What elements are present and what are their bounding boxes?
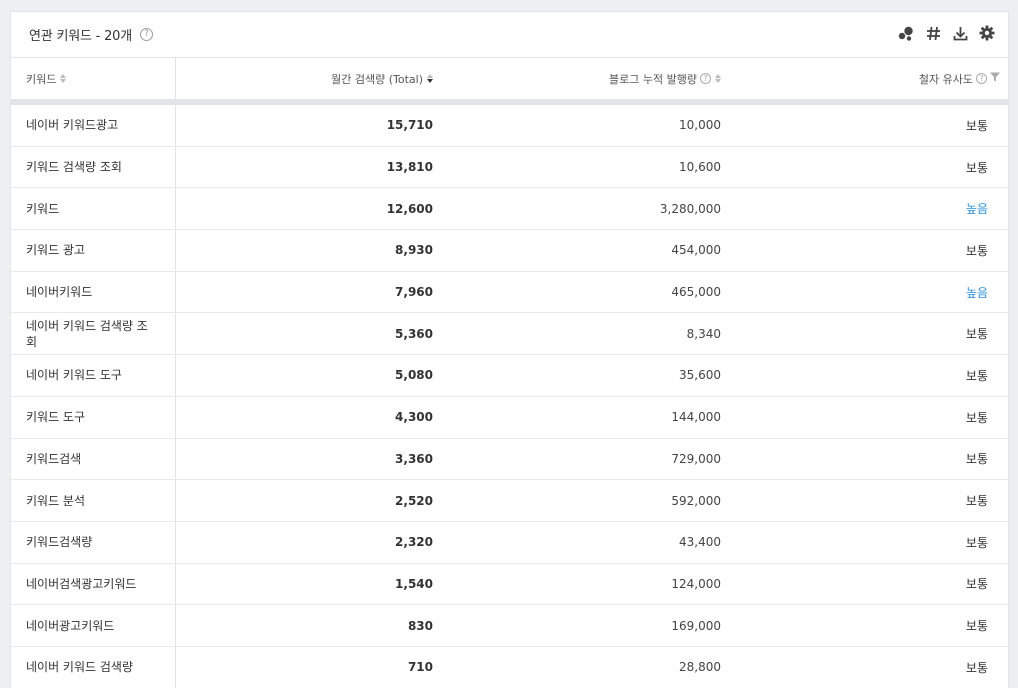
- table-row[interactable]: 네이버 키워드 검색량 조회 5,360 8,340 보통: [11, 313, 1008, 356]
- keyword-cell[interactable]: 키워드 검색량 조회: [11, 146, 176, 188]
- column-label: 블로그 누적 발행량: [609, 72, 697, 86]
- keyword-cell[interactable]: 네이버검색광고키워드: [11, 563, 176, 605]
- monthly-search-cell: 5,360: [395, 326, 433, 341]
- monthly-search-cell: 710: [407, 660, 433, 675]
- monthly-search-cell: 15,710: [386, 118, 433, 133]
- table-header: 키워드 월간 검색량 (Total) 블로그 누적 발행량 ? 철자 유사도 ?: [11, 58, 1008, 100]
- blog-posts-cell: 10,600: [679, 160, 721, 175]
- keyword-cell[interactable]: 키워드 분석: [11, 480, 176, 521]
- column-label: 월간 검색량 (Total): [331, 72, 423, 86]
- table-row[interactable]: 키워드 도구 4,300 144,000 보통: [11, 396, 1008, 439]
- column-header-monthly-search[interactable]: 월간 검색량 (Total): [176, 58, 443, 99]
- blog-posts-cell: 144,000: [671, 410, 721, 425]
- monthly-search-cell: 5,080: [395, 368, 433, 383]
- monthly-search-cell: 2,320: [395, 535, 433, 550]
- keyword-cell[interactable]: 키워드 도구: [11, 396, 176, 438]
- blog-posts-cell: 729,000: [671, 451, 721, 466]
- gear-icon[interactable]: [978, 24, 996, 42]
- blog-posts-cell: 3,280,000: [659, 201, 721, 216]
- similarity-cell: 보통: [965, 660, 988, 675]
- help-icon[interactable]: ?: [140, 28, 153, 41]
- keyword-cell[interactable]: 네이버키워드: [11, 271, 176, 313]
- similarity-cell: 보통: [965, 577, 988, 592]
- monthly-search-cell: 7,960: [395, 285, 433, 300]
- table-row[interactable]: 키워드 12,600 3,280,000 높음: [11, 188, 1008, 231]
- monthly-search-cell: 12,600: [386, 201, 433, 216]
- keyword-cell[interactable]: 네이버 키워드 검색량 조회: [11, 313, 176, 355]
- similarity-cell: 보통: [965, 619, 988, 634]
- keyword-cell[interactable]: 키워드검색량: [11, 521, 176, 563]
- similarity-cell: 보통: [965, 535, 988, 550]
- blog-posts-cell: 124,000: [671, 576, 721, 591]
- panel-header: 연관 키워드 - 20개 ?: [11, 12, 1008, 58]
- blog-posts-cell: 43,400: [679, 535, 721, 550]
- similarity-cell: 보통: [965, 452, 988, 467]
- keyword-cell[interactable]: 네이버광고키워드: [11, 605, 176, 646]
- hashtag-icon[interactable]: [924, 24, 942, 42]
- bubble-chart-icon[interactable]: [897, 24, 915, 42]
- blog-posts-cell: 454,000: [671, 243, 721, 258]
- similarity-cell: 높음: [965, 285, 988, 300]
- column-header-similarity[interactable]: 철자 유사도 ?: [731, 58, 1008, 99]
- similarity-cell: 보통: [965, 368, 988, 383]
- keyword-cell[interactable]: 네이버 키워드 도구: [11, 355, 176, 396]
- table-row[interactable]: 네이버 키워드 도구 5,080 35,600 보통: [11, 355, 1008, 397]
- blog-posts-cell: 8,340: [686, 326, 721, 341]
- table-row[interactable]: 네이버 키워드 검색량 710 28,800 보통: [11, 646, 1008, 688]
- table-row[interactable]: 키워드 분석 2,520 592,000 보통: [11, 480, 1008, 522]
- similarity-cell: 보통: [965, 160, 988, 175]
- keyword-cell[interactable]: 네이버 키워드광고: [11, 105, 176, 146]
- table-row[interactable]: 키워드 광고 8,930 454,000 보통: [11, 230, 1008, 272]
- filter-icon[interactable]: [990, 72, 1000, 85]
- blog-posts-cell: 28,800: [679, 660, 721, 675]
- monthly-search-cell: 4,300: [395, 410, 433, 425]
- help-icon[interactable]: ?: [976, 73, 987, 84]
- table-row[interactable]: 네이버 키워드광고 15,710 10,000 보통: [11, 105, 1008, 147]
- monthly-search-cell: 830: [407, 618, 433, 633]
- monthly-search-cell: 2,520: [395, 493, 433, 508]
- column-label: 철자 유사도: [918, 72, 973, 86]
- monthly-search-cell: 13,810: [386, 160, 433, 175]
- sort-desc-icon[interactable]: [427, 74, 433, 83]
- toolbar: [897, 24, 996, 42]
- table-row[interactable]: 네이버광고키워드 830 169,000 보통: [11, 605, 1008, 647]
- similarity-cell: 보통: [965, 243, 988, 258]
- column-label: 키워드: [26, 72, 57, 86]
- keyword-cell[interactable]: 키워드 광고: [11, 230, 176, 271]
- table-row[interactable]: 키워드 검색량 조회 13,810 10,600 보통: [11, 146, 1008, 189]
- similarity-cell: 보통: [965, 327, 988, 342]
- blog-posts-cell: 169,000: [671, 618, 721, 633]
- blog-posts-cell: 592,000: [671, 493, 721, 508]
- sort-icon[interactable]: [715, 74, 721, 83]
- similarity-cell: 보통: [965, 494, 988, 509]
- table-row[interactable]: 키워드검색 3,360 729,000 보통: [11, 438, 1008, 481]
- blog-posts-cell: 35,600: [679, 368, 721, 383]
- monthly-search-cell: 8,930: [395, 243, 433, 258]
- table-row[interactable]: 네이버검색광고키워드 1,540 124,000 보통: [11, 563, 1008, 606]
- similarity-cell: 보통: [965, 118, 988, 133]
- sort-icon[interactable]: [60, 74, 67, 83]
- keyword-cell[interactable]: 네이버 키워드 검색량: [11, 646, 176, 688]
- keyword-cell[interactable]: 키워드: [11, 188, 176, 230]
- monthly-search-cell: 1,540: [395, 576, 433, 591]
- download-icon[interactable]: [951, 24, 969, 42]
- table-body: 네이버 키워드광고 15,710 10,000 보통 키워드 검색량 조회 13,810 1…: [11, 105, 1008, 688]
- table-row[interactable]: 키워드검색량 2,320 43,400 보통: [11, 521, 1008, 564]
- similarity-cell: 높음: [965, 202, 988, 217]
- table-row[interactable]: 네이버키워드 7,960 465,000 높음: [11, 271, 1008, 314]
- column-header-blog-posts[interactable]: 블로그 누적 발행량 ?: [443, 58, 731, 99]
- column-header-keyword[interactable]: 키워드: [11, 58, 176, 99]
- panel-title: 연관 키워드 - 20개: [29, 29, 132, 44]
- help-icon[interactable]: ?: [700, 73, 711, 84]
- monthly-search-cell: 3,360: [395, 451, 433, 466]
- related-keywords-panel: 연관 키워드 - 20개 ? 키워드 월간 검색량 (Total) 블로그 누적…: [10, 11, 1009, 688]
- keyword-cell[interactable]: 키워드검색: [11, 438, 176, 480]
- blog-posts-cell: 465,000: [671, 285, 721, 300]
- blog-posts-cell: 10,000: [679, 118, 721, 133]
- similarity-cell: 보통: [965, 410, 988, 425]
